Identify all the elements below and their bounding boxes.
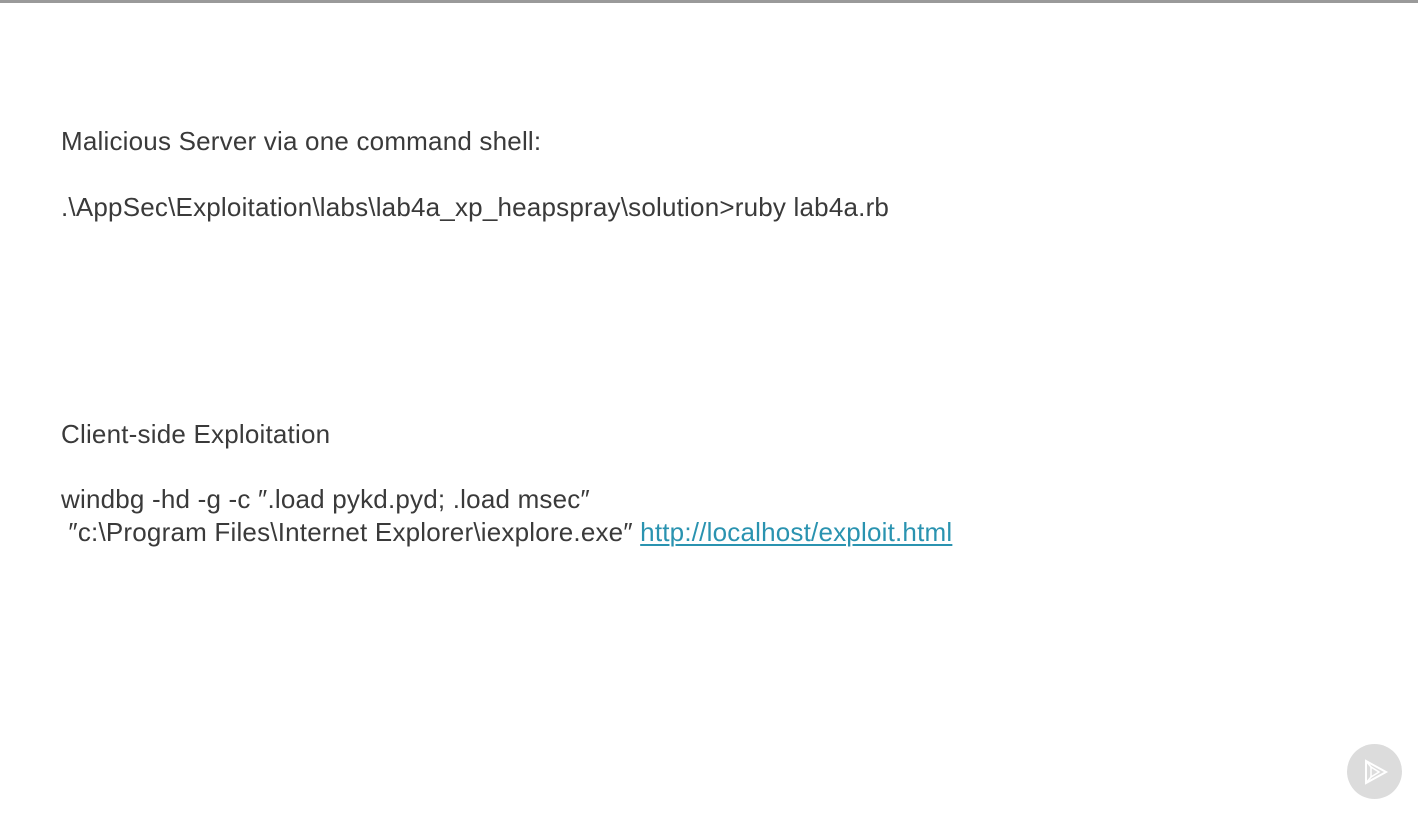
play-logo-icon	[1364, 758, 1388, 785]
play-button[interactable]	[1347, 744, 1402, 799]
slide-content: Malicious Server via one command shell: …	[0, 0, 1418, 820]
iexplore-path: ″c:\Program Files\Internet Explorer\iexp…	[61, 517, 641, 547]
heading-malicious-server: Malicious Server via one command shell:	[61, 126, 542, 156]
heading-client-side: Client-side Exploitation	[61, 419, 331, 449]
windbg-command-line-2: ″c:\Program Files\Internet Explorer\iexp…	[61, 515, 952, 549]
ruby-command: .\AppSec\Exploitation\labs\lab4a_xp_heap…	[61, 192, 890, 222]
exploit-link[interactable]: http://localhost/exploit.html	[640, 517, 952, 547]
windbg-command-line-1: windbg -hd -g -c ″.load pykd.pyd; .load …	[61, 484, 590, 514]
